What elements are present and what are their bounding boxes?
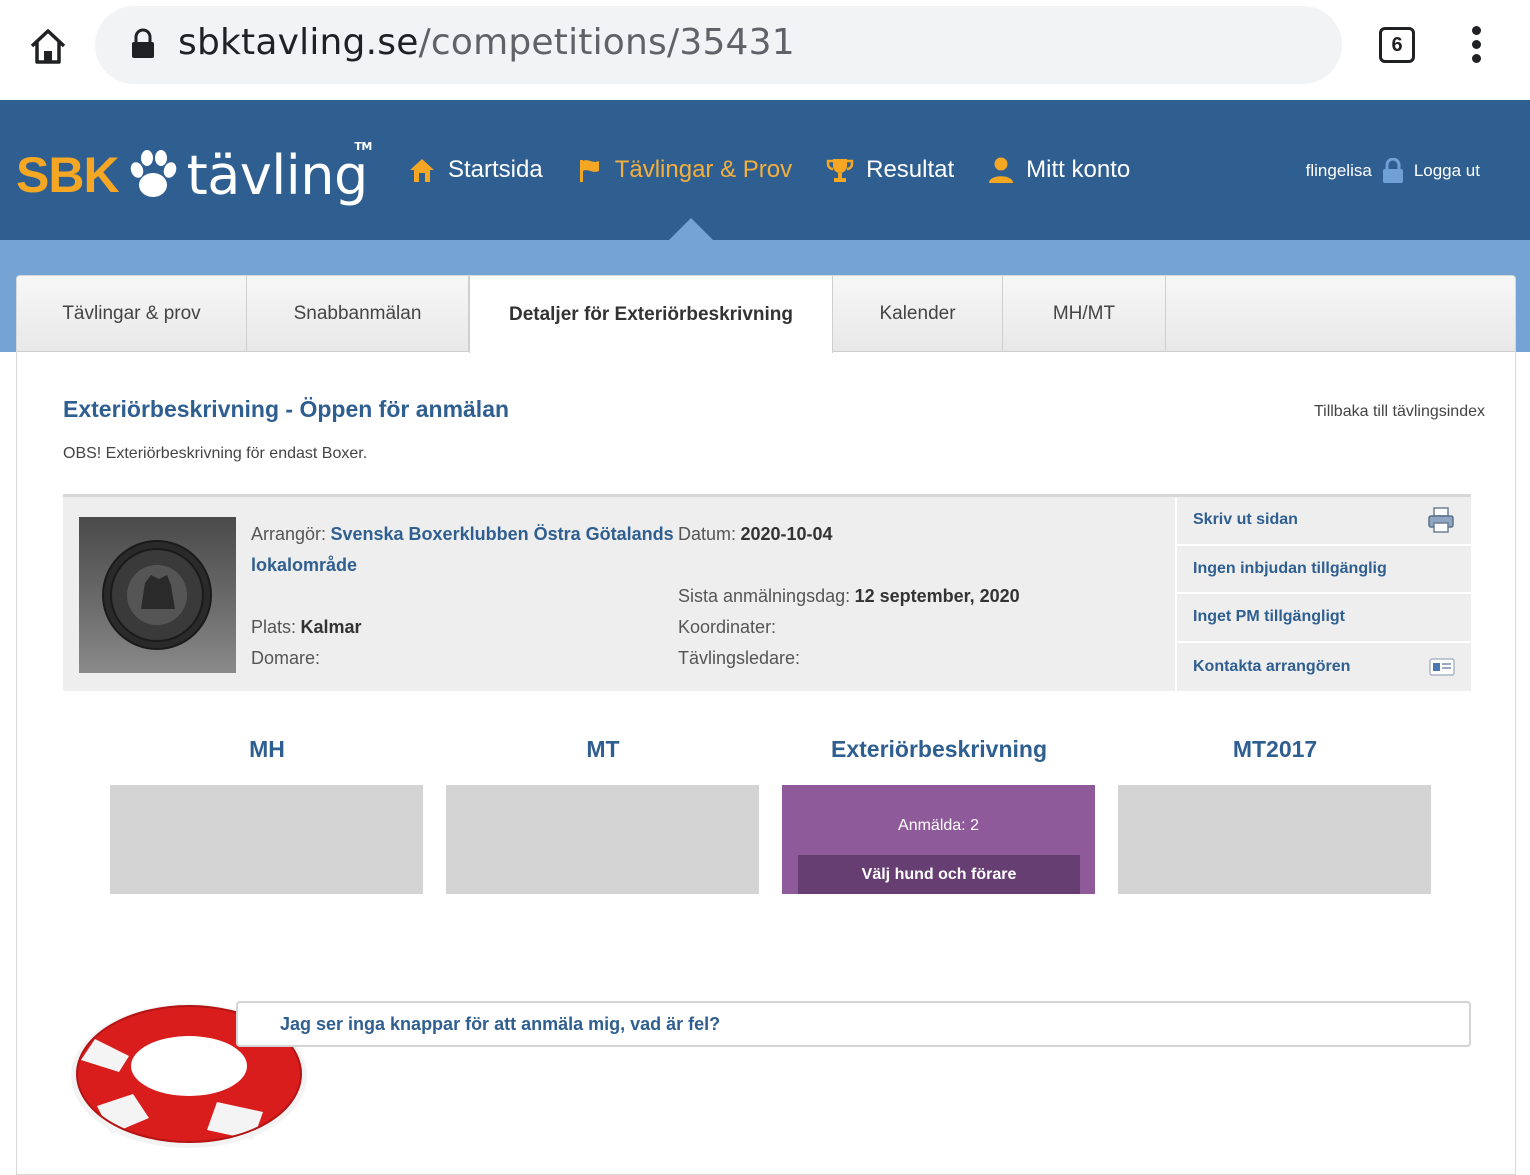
date-label: Datum: [678, 524, 737, 544]
organizer-label: Arrangör: [251, 524, 327, 544]
logout-link[interactable]: Logga ut [1414, 161, 1480, 181]
main-nav: Startsida Tävlingar & Prov Resultat Mitt… [408, 156, 1164, 184]
deadline-row: Sista anmälningsdag: 12 september, 2020 [678, 581, 1020, 613]
notice-text: OBS! Exteriörbeskrivning för endast Boxe… [63, 445, 368, 462]
no-pm-link[interactable]: Inget PM tillgängligt [1177, 594, 1471, 643]
nav-active-pointer [668, 218, 714, 241]
sub-tabs: Tävlingar & prov Snabbanmälan Detaljer f… [17, 276, 1515, 353]
url-path: /competitions/35431 [418, 22, 795, 63]
category-box [110, 785, 423, 894]
tab-kalender[interactable]: Kalender [833, 276, 1003, 352]
back-to-index-link[interactable]: Tillbaka till tävlingsindex [1314, 403, 1485, 421]
coords-row: Koordinater: [678, 612, 776, 644]
category-mh: MH [110, 736, 424, 894]
organizer-row: Arrangör: Svenska Boxerklubben Östra Göt… [251, 519, 674, 551]
browser-toolbar: sbktavling.se/competitions/35431 6 [0, 0, 1530, 100]
help-box[interactable]: Jag ser inga knappar för att anmäla mig,… [236, 1001, 1471, 1047]
deadline-label: Sista anmälningsdag: [678, 586, 851, 606]
padlock-icon [1382, 158, 1403, 183]
side-link-label: Inget PM tillgängligt [1193, 608, 1345, 626]
leader-label: Tävlingsledare: [678, 648, 801, 668]
contact-organizer-link[interactable]: Kontakta arrangören [1177, 643, 1471, 692]
tab-detaljer[interactable]: Detaljer för Exteriörbeskrivning [469, 276, 833, 353]
logo-tm: TM [354, 139, 372, 153]
choose-dog-handler-button[interactable]: Välj hund och förare [798, 855, 1080, 894]
category-title: MT2017 [1232, 736, 1318, 762]
side-link-label: Skriv ut sidan [1193, 511, 1298, 529]
category-box: Anmälda: 2 Välj hund och förare [782, 785, 1095, 894]
category-exterior: Exteriörbeskrivning Anmälda: 2 Välj hund… [782, 736, 1096, 894]
url-domain: sbktavling.se [178, 22, 419, 63]
coords-label: Koordinater: [678, 617, 777, 637]
registered-count: Anmälda: 2 [898, 817, 979, 834]
home-icon[interactable] [26, 24, 70, 68]
competition-info-box: Arrangör: Svenska Boxerklubben Östra Göt… [63, 494, 1471, 691]
username[interactable]: flingelisa [1306, 161, 1372, 181]
club-logo [79, 517, 236, 673]
url-text[interactable]: sbktavling.se/competitions/35431 [178, 22, 795, 63]
nav-label: Tävlingar & Prov [614, 156, 793, 183]
tab-mh-mt[interactable]: MH/MT [1003, 276, 1166, 352]
nav-tavlingar-prov[interactable]: Tävlingar & Prov [577, 156, 792, 184]
no-invitation-link[interactable]: Ingen inbjudan tillgänglig [1177, 546, 1471, 594]
date-value: 2020-10-04 [740, 524, 833, 544]
page-title: Exteriörbeskrivning - Öppen för anmälan [63, 396, 510, 422]
tab-tavlingar-prov[interactable]: Tävlingar & prov [17, 276, 247, 352]
tab-snabbanmalan[interactable]: Snabbanmälan [247, 276, 469, 352]
nav-mitt-konto[interactable]: Mitt konto [988, 156, 1130, 184]
category-box [1118, 785, 1431, 894]
place-label: Plats: [251, 617, 297, 637]
side-link-label: Kontakta arrangören [1193, 657, 1351, 675]
contact-card-icon [1429, 658, 1455, 676]
tab-switcher-button[interactable]: 6 [1379, 27, 1415, 63]
nav-label: Mitt konto [1026, 156, 1131, 183]
date-row: Datum: 2020-10-04 [678, 519, 833, 551]
nav-resultat[interactable]: Resultat [826, 156, 954, 184]
nav-label: Resultat [866, 156, 955, 183]
flag-icon [579, 160, 599, 182]
place-row: Plats: Kalmar [251, 612, 362, 644]
judge-row: Domare: [251, 643, 320, 675]
lock-icon [132, 28, 154, 58]
sbk-logo[interactable]: SBK tävling TM [16, 140, 373, 210]
leader-row: Tävlingsledare: [678, 643, 800, 675]
content-panel: Tävlingar & prov Snabbanmälan Detaljer f… [16, 275, 1516, 1175]
trophy-icon [826, 159, 854, 182]
judge-label: Domare: [251, 648, 321, 668]
paw-icon [130, 150, 176, 197]
site-header: SBK tävling TM Startsida Tävlingar & Prov [0, 100, 1530, 240]
nav-label: Startsida [448, 156, 543, 183]
logo-brand: SBK [16, 147, 120, 203]
side-links: Skriv ut sidan Ingen inbjudan tillgängli… [1175, 497, 1471, 691]
category-title: MH [249, 736, 285, 762]
place-value: Kalmar [300, 617, 362, 637]
user-icon [989, 157, 1014, 183]
category-title: MT [586, 736, 620, 762]
print-page-link[interactable]: Skriv ut sidan [1177, 497, 1471, 546]
organizer-link-cont[interactable]: lokalområde [251, 555, 357, 575]
category-title: Exteriörbeskrivning [830, 736, 1048, 762]
organizer-link[interactable]: Svenska Boxerklubben Östra Götalands [331, 524, 674, 544]
side-link-label: Ingen inbjudan tillgänglig [1193, 559, 1387, 577]
category-mt2017: MT2017 [1118, 736, 1432, 894]
category-mt: MT [446, 736, 760, 894]
house-icon [410, 159, 434, 182]
help-question-link[interactable]: Jag ser inga knappar för att anmäla mig,… [280, 1014, 720, 1035]
nav-startsida[interactable]: Startsida [408, 156, 543, 184]
printer-icon [1428, 507, 1454, 533]
overflow-menu-icon[interactable] [1464, 26, 1488, 66]
logo-word-text: tävling [186, 143, 369, 207]
club-seal-icon [102, 540, 212, 650]
logo-word: tävling TM [186, 140, 373, 207]
deadline-value: 12 september, 2020 [854, 586, 1020, 606]
user-area: flingelisa Logga ut [1306, 158, 1480, 184]
category-box [446, 785, 759, 894]
